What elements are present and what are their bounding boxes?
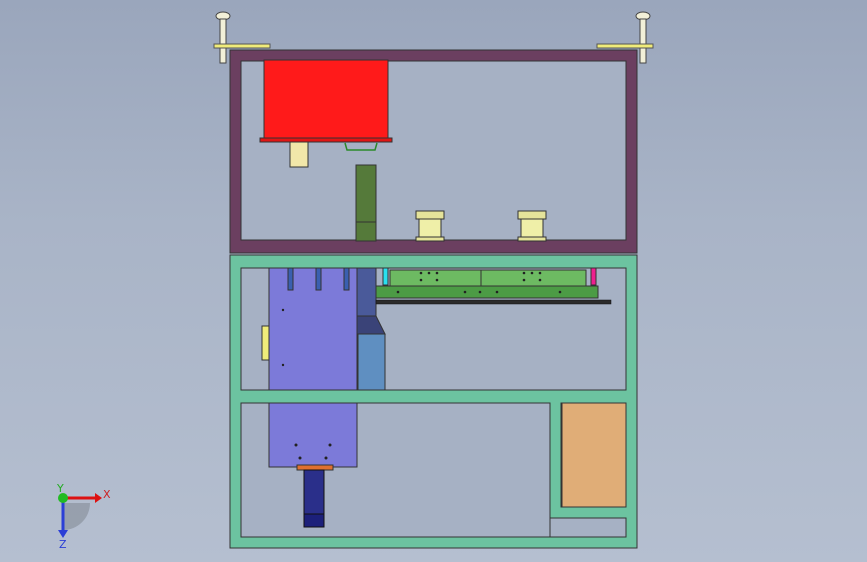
spool-right xyxy=(517,210,547,242)
spool-left xyxy=(415,210,445,242)
x-axis-label: X xyxy=(103,488,111,501)
magenta-marker xyxy=(590,267,597,286)
support-post xyxy=(355,164,377,242)
cad-viewport[interactable] xyxy=(0,0,867,562)
y-axis-label: Y xyxy=(56,482,64,495)
yellow-bracket-left xyxy=(213,43,271,49)
wood-panel xyxy=(561,402,627,508)
cyan-marker xyxy=(382,267,389,286)
lift-eye-right xyxy=(635,11,651,64)
yellow-bracket-right xyxy=(596,43,654,49)
actuator-block xyxy=(261,267,358,468)
z-axis-label: Z xyxy=(59,538,67,550)
axis-triad: X Y Z xyxy=(56,482,111,550)
lift-eye-left xyxy=(215,11,231,64)
